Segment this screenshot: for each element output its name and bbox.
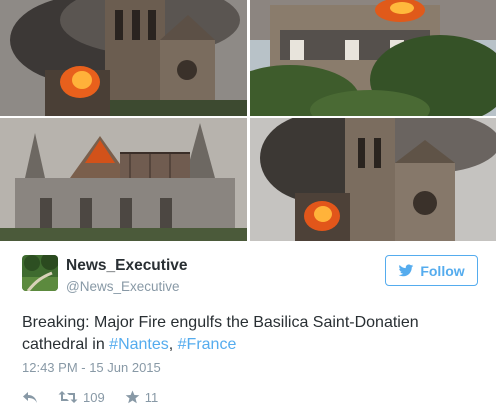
photo-grid: [0, 0, 496, 242]
retweet-button[interactable]: 109: [58, 390, 105, 405]
star-icon: [125, 390, 140, 404]
timestamp[interactable]: 12:43 PM - 15 Jun 2015: [22, 360, 161, 375]
hashtag-nantes[interactable]: #Nantes: [109, 336, 169, 353]
hashtag-france[interactable]: #France: [178, 336, 237, 353]
photo-4[interactable]: [250, 118, 496, 241]
favorite-button[interactable]: 11: [125, 389, 159, 405]
follow-button[interactable]: Follow: [385, 255, 478, 286]
reply-icon: [23, 392, 37, 403]
hashtag-separator: ,: [168, 336, 178, 353]
reply-button[interactable]: [22, 390, 38, 404]
photo-3[interactable]: [0, 118, 247, 241]
avatar[interactable]: [22, 255, 58, 291]
tweet-text: Breaking: Major Fire engulfs the Basilic…: [22, 312, 472, 356]
photo-1[interactable]: [0, 0, 247, 116]
tweet-actions: 109 11: [22, 388, 178, 406]
favorite-count: 11: [144, 389, 159, 405]
user-handle[interactable]: @News_Executive: [66, 279, 180, 294]
photo-2[interactable]: [250, 0, 496, 116]
tweet-card: News_Executive @News_Executive Follow Br…: [0, 0, 496, 410]
retweet-count: 109: [83, 389, 105, 405]
follow-label: Follow: [420, 262, 465, 279]
display-name[interactable]: News_Executive: [66, 257, 188, 275]
retweet-icon: [58, 391, 78, 403]
bird-icon: [398, 263, 414, 276]
